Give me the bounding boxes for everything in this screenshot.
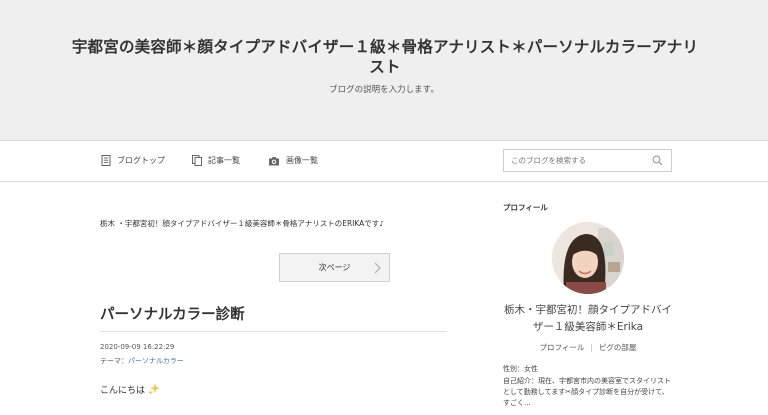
next-page-button[interactable]: 次ページ (279, 253, 390, 282)
nav-entry-list-label: 記事一覧 (208, 156, 240, 165)
entry-title-divider (100, 331, 447, 332)
nav-blog-top[interactable]: ブログトップ (101, 155, 165, 166)
copy-icon (192, 155, 202, 166)
profile-name[interactable]: 栃木・宇都宮初！顔タイプアドバイザー１級美容師＊Erika (503, 302, 673, 336)
nav-image-list[interactable]: 画像一覧 (268, 155, 318, 166)
entry-date: 2020-09-09 16:22:29 (100, 343, 175, 351)
document-icon (101, 155, 111, 166)
chevron-right-icon (374, 262, 381, 274)
entry-title[interactable]: パーソナルカラー診断 (100, 303, 245, 324)
sparkle-icon (148, 383, 161, 396)
profile-photo (552, 222, 624, 294)
blog-search-input[interactable] (504, 150, 644, 171)
profile-links: プロフィール | ピグの部屋 (503, 342, 673, 353)
pigg-room-link[interactable]: ピグの部屋 (599, 343, 637, 352)
profile-bio: 自己紹介：現在、宇都宮市内の美容室でスタイリストとして勤務してます✂︎顔タイプ診… (503, 377, 671, 407)
blog-intro-text: 栃木 ・宇都宮初！顔タイプアドバイザー１級美容師＊骨格アナリストのERIKAです… (100, 219, 385, 228)
next-page-label: 次ページ (318, 263, 351, 272)
search-icon[interactable] (652, 155, 663, 166)
link-separator: | (590, 343, 593, 352)
entry-theme-prefix: テーマ： (100, 357, 128, 365)
profile-link[interactable]: プロフィール (540, 343, 585, 352)
blog-search-box (503, 149, 672, 172)
blog-header: 宇都宮の美容師＊顔タイプアドバイザー１級＊骨格アナリスト＊パーソナルカラーアナリ… (0, 0, 768, 140)
nav-blog-top-label: ブログトップ (117, 156, 165, 165)
blog-description: ブログの説明を入力します。 (329, 85, 439, 95)
nav-entry-list[interactable]: 記事一覧 (192, 155, 240, 166)
profile-gender: 性別：女性 (503, 365, 538, 373)
entry-theme: テーマ：パーソナルカラー (100, 356, 184, 366)
nav-image-list-label: 画像一覧 (286, 156, 318, 165)
camera-icon (269, 156, 279, 165)
global-nav: ブログトップ 記事一覧 画像一覧 (0, 140, 768, 182)
profile-avatar[interactable] (552, 222, 624, 294)
blog-title[interactable]: 宇都宮の美容師＊顔タイプアドバイザー１級＊骨格アナリスト＊パーソナルカラーアナリ… (70, 37, 700, 77)
entry-body-text: こんにちは (100, 385, 146, 396)
entry-body: こんにちは (100, 382, 161, 396)
entry-theme-link[interactable]: パーソナルカラー (128, 357, 184, 365)
profile-heading: プロフィール (503, 203, 548, 212)
